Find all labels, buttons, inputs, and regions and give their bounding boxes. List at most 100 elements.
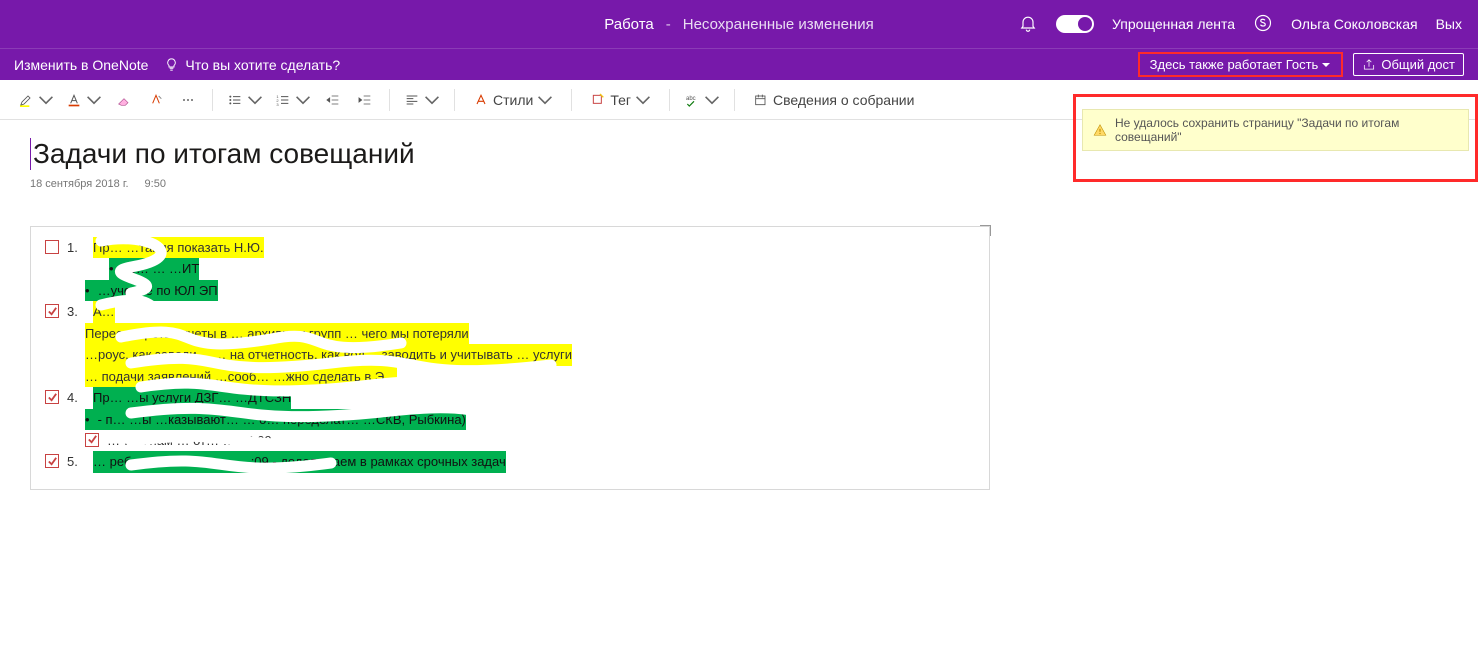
chevron-down-icon (86, 92, 102, 108)
list-item-text[interactable]: …роус, как заводи… … на отчетность, как … (85, 344, 572, 365)
edit-in-onenote-button[interactable]: Изменить в OneNote (14, 57, 148, 73)
divider (389, 89, 390, 111)
meeting-label: Сведения о собрании (773, 92, 914, 108)
list-item-text[interactable]: Пересмотреть отчеты в … архивных групп …… (85, 323, 469, 344)
spellcheck-icon: abc (684, 92, 700, 108)
font-color-button[interactable] (62, 85, 106, 115)
chevron-down-icon (247, 92, 263, 108)
divider (454, 89, 455, 111)
simplified-ribbon-toggle[interactable] (1056, 15, 1094, 33)
list-item[interactable]: Пересмотреть отчеты в … архивных групп …… (45, 323, 975, 344)
list-item[interactable]: 5. … ребенка … …схем… …:09 - доделываем в… (45, 451, 975, 472)
share-button[interactable]: Общий дост (1353, 53, 1464, 76)
more-formatting-button[interactable] (174, 85, 202, 115)
list-item-text[interactable]: А… (93, 301, 115, 322)
coauthor-indicator[interactable]: Здесь также работает Гость (1138, 52, 1344, 77)
font-color-icon (66, 92, 82, 108)
numbering-icon: 123 (275, 92, 291, 108)
list-item[interactable]: 1. Пр… …тания показать Н.Ю. (45, 237, 975, 258)
menu-bar: Изменить в OneNote Что вы хотите сделать… (0, 48, 1478, 80)
list-item[interactable]: - п… …ы …казывают… … о… переделат… …СКВ,… (45, 409, 975, 430)
styles-label: Стили (493, 92, 533, 108)
user-name[interactable]: Ольга Соколовская (1291, 16, 1418, 32)
ellipsis-icon (180, 92, 196, 108)
styles-icon (473, 92, 489, 108)
share-label: Общий дост (1381, 57, 1455, 72)
tags-button[interactable]: Тег (582, 85, 659, 115)
bullet-list-button[interactable] (223, 85, 267, 115)
format-painter-icon (148, 92, 164, 108)
todo-checkbox[interactable] (45, 454, 59, 468)
todo-checkbox[interactable] (45, 240, 59, 254)
page-date: 18 сентября 2018 г. (30, 178, 129, 190)
tag-icon (590, 92, 606, 108)
outdent-icon (325, 92, 341, 108)
share-icon (1362, 58, 1376, 72)
chevron-down-icon (295, 92, 311, 108)
decrease-indent-button[interactable] (319, 85, 347, 115)
chevron-down-icon (424, 92, 440, 108)
list-item-text[interactable]: Пр… …тания показать Н.Ю. (93, 237, 264, 258)
svg-text:3: 3 (276, 102, 279, 107)
notifications-icon[interactable] (1018, 13, 1038, 36)
styles-button[interactable]: Стили (465, 85, 561, 115)
list-item-text[interactable]: Пр… …ы услуги ДЗГ… …ДТСЗН (93, 387, 291, 408)
list-item[interactable]: … подачи заявлений …сооб… …жно сделать в… (45, 366, 975, 387)
list-item-text[interactable]: пр… … …ИТ (109, 258, 199, 279)
note-container[interactable]: 1. Пр… …тания показать Н.Ю.пр… … …ИТ…учен… (30, 226, 990, 490)
increase-indent-button[interactable] (351, 85, 379, 115)
highlight-color-button[interactable] (14, 85, 58, 115)
list-item-text[interactable]: … … к нам … от… … 24.09 (107, 430, 272, 451)
paragraph-alignment-button[interactable] (400, 85, 444, 115)
clear-formatting-button[interactable] (110, 85, 138, 115)
list-item[interactable]: …роус, как заводи… … на отчетность, как … (45, 344, 975, 365)
chevron-down-icon (704, 92, 720, 108)
simplified-ribbon-label: Упрощенная лента (1112, 16, 1235, 32)
signout-link[interactable]: Вых (1436, 16, 1462, 32)
highlighter-icon (18, 92, 34, 108)
list-number: 1. (67, 237, 85, 258)
list-number: 3. (67, 301, 85, 322)
save-error-bar[interactable]: Не удалось сохранить страницу "Задачи по… (1082, 109, 1469, 151)
lightbulb-icon (164, 57, 179, 72)
title-right: Упрощенная лента Ольга Соколовская Вых (1018, 13, 1462, 36)
list-item-text[interactable]: … ребенка … …схем… …:09 - доделываем в р… (93, 451, 506, 472)
eraser-icon (116, 92, 132, 108)
divider (734, 89, 735, 111)
save-error-text: Не удалось сохранить страницу "Задачи по… (1115, 116, 1458, 144)
todo-checkbox[interactable] (45, 390, 59, 404)
list-item-text[interactable]: … подачи заявлений …сооб… …жно сделать в… (85, 366, 397, 387)
list-item-text[interactable]: …учение по ЮЛ ЭП (85, 280, 218, 301)
chevron-down-icon (1321, 60, 1331, 70)
meeting-details-button[interactable]: Сведения о собрании (745, 85, 922, 115)
notebook-name[interactable]: Работа (604, 16, 654, 33)
list-number: 5. (67, 451, 85, 472)
format-painter-button[interactable] (142, 85, 170, 115)
spellcheck-button[interactable]: abc (680, 85, 724, 115)
todo-checkbox[interactable] (45, 304, 59, 318)
todo-checkbox[interactable] (85, 433, 99, 447)
list-item[interactable]: пр… … …ИТ (45, 258, 975, 279)
title-dash: - (666, 16, 671, 33)
coauthor-label: Здесь также работает Гость (1150, 57, 1319, 72)
divider (571, 89, 572, 111)
meeting-icon (753, 92, 769, 108)
divider (212, 89, 213, 111)
unsaved-label: Несохраненные изменения (683, 16, 874, 33)
svg-text:abc: abc (686, 96, 696, 102)
title-bar: Работа - Несохраненные изменения Упрощен… (0, 0, 1478, 48)
list-item[interactable]: 3. А… (45, 301, 975, 322)
menubar-right: Здесь также работает Гость Общий дост (1138, 52, 1464, 77)
warning-icon (1093, 123, 1107, 137)
list-item[interactable]: 4.Пр… …ы услуги ДЗГ… …ДТСЗН (45, 387, 975, 408)
page-time: 9:50 (145, 178, 166, 190)
numbered-list-button[interactable]: 123 (271, 85, 315, 115)
list-item[interactable]: …учение по ЮЛ ЭП (45, 280, 975, 301)
list-item[interactable]: … … к нам … от… … 24.09 (45, 430, 975, 451)
tags-label: Тег (610, 92, 631, 108)
tell-me-search[interactable]: Что вы хотите сделать? (164, 57, 340, 73)
list-item-text[interactable]: - п… …ы …казывают… … о… переделат… …СКВ,… (85, 409, 466, 430)
skype-icon[interactable] (1253, 13, 1273, 36)
bullets-icon (227, 92, 243, 108)
divider (669, 89, 670, 111)
